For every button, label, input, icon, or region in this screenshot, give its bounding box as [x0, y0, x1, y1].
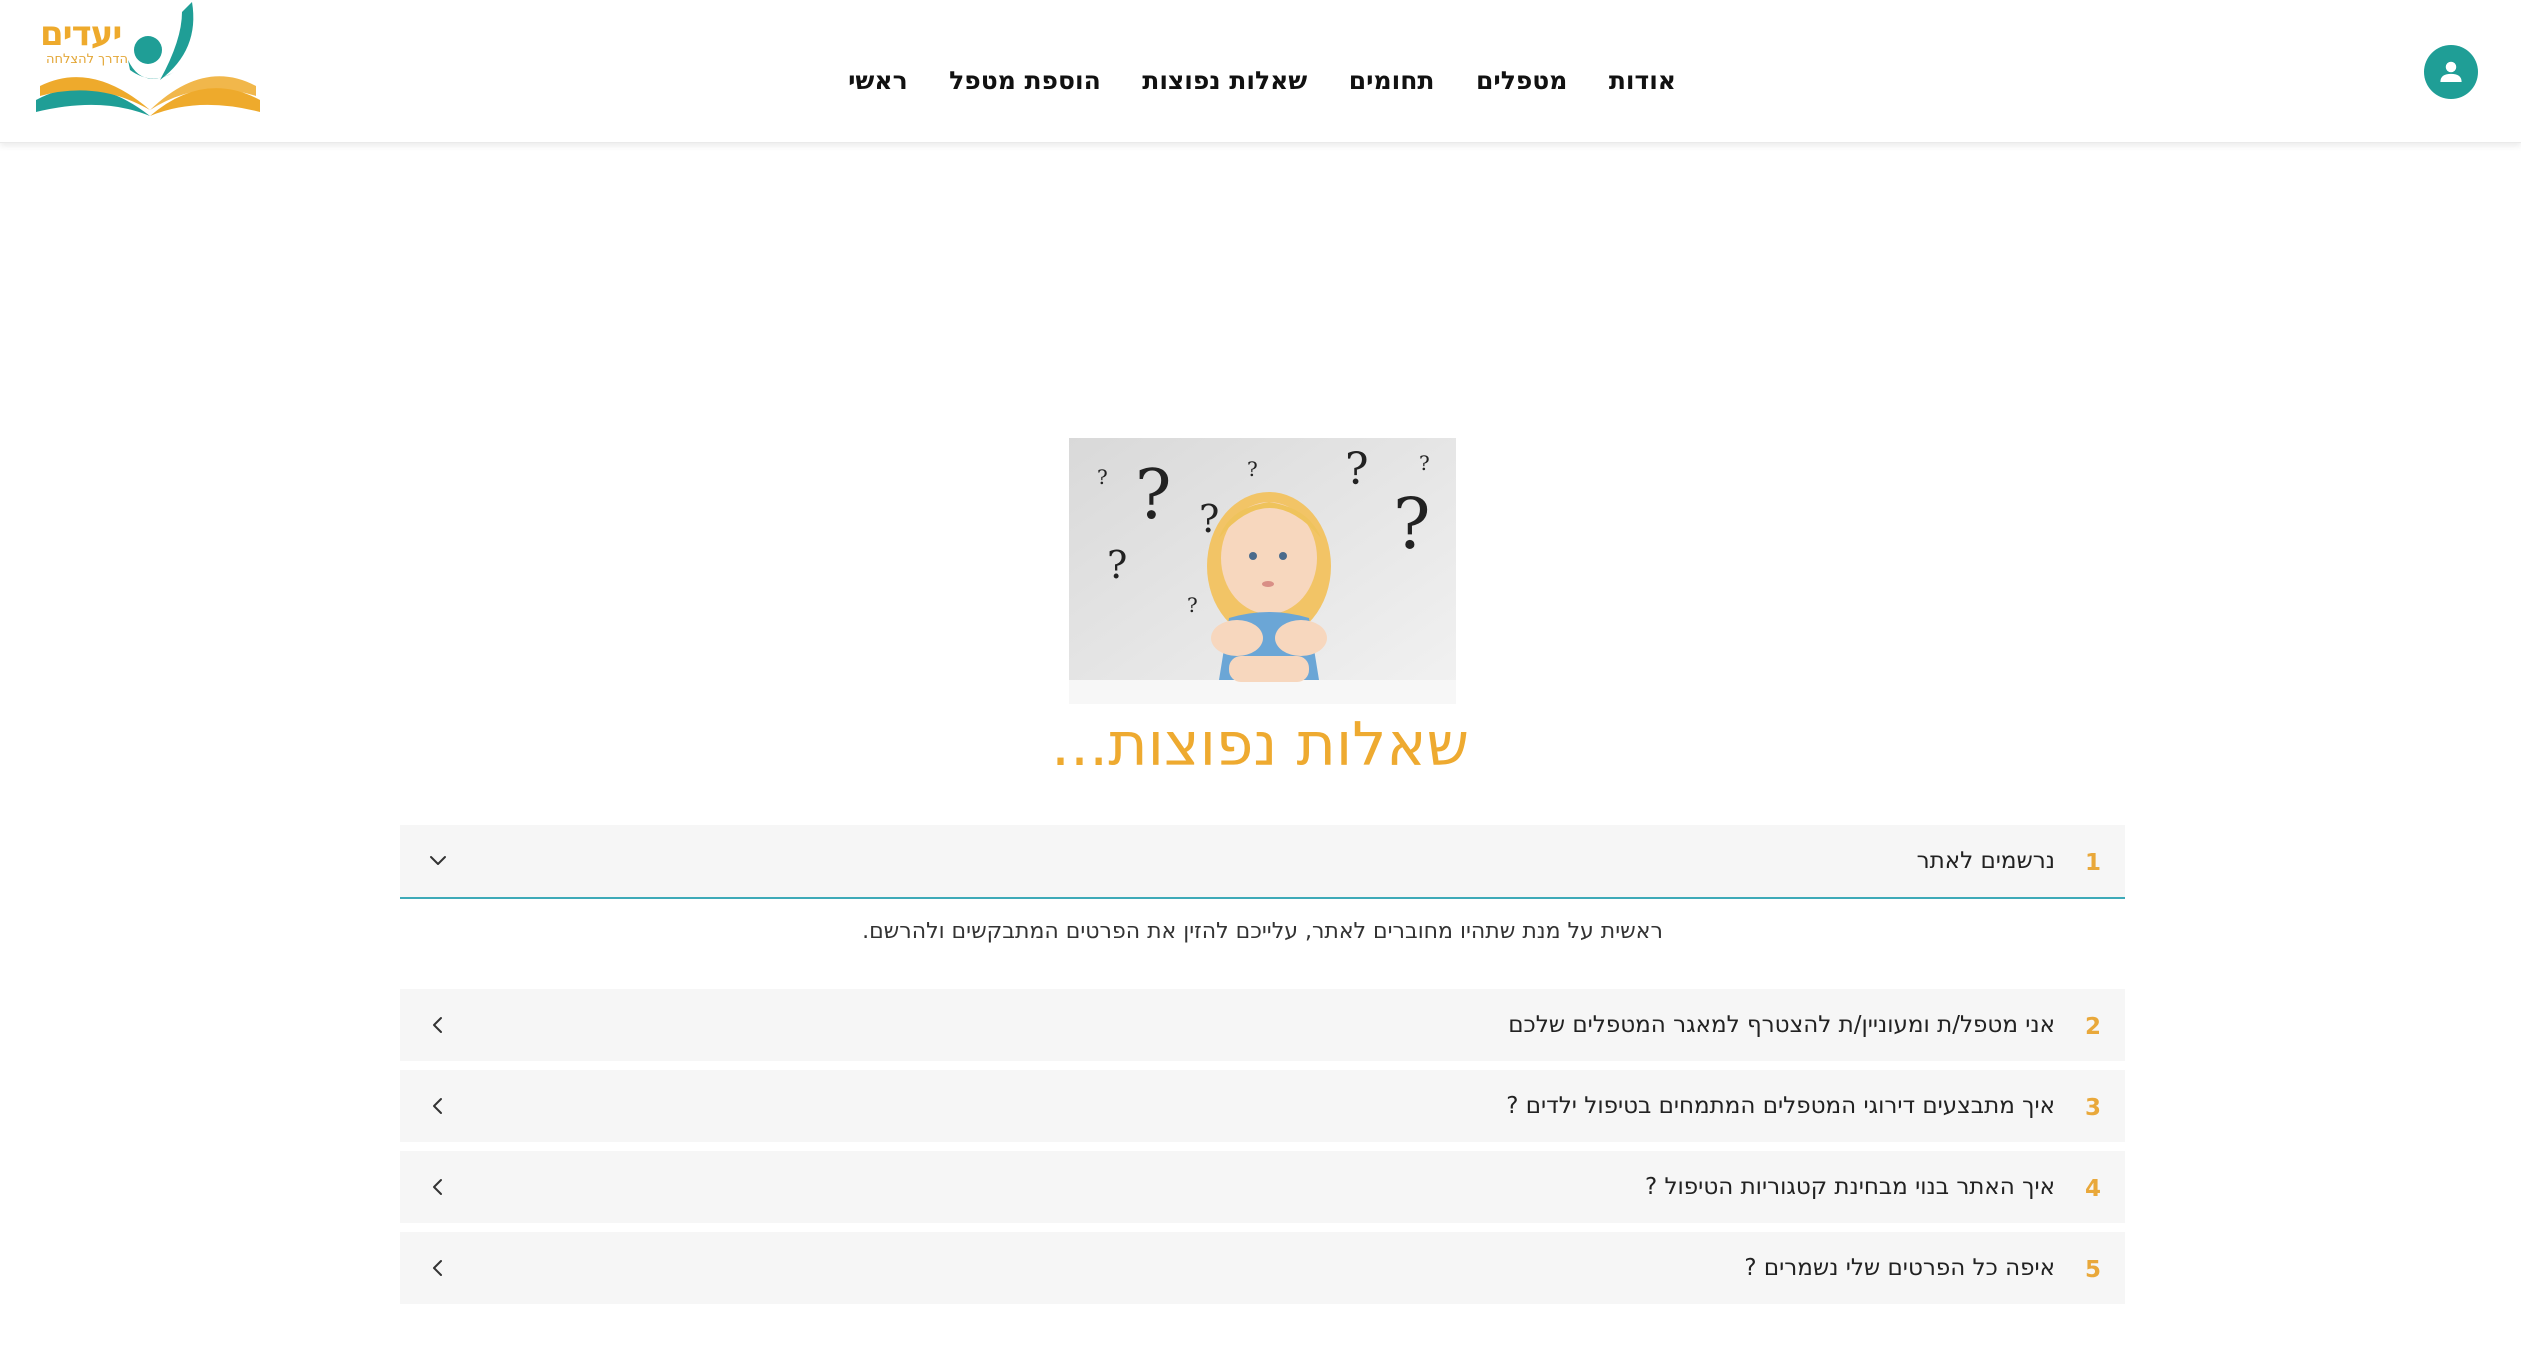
- nav-item-faq[interactable]: שאלות נפוצות: [1142, 66, 1307, 95]
- chevron-left-icon: [433, 1179, 442, 1195]
- chevron-left-icon: [433, 1017, 442, 1033]
- svg-text:?: ?: [1419, 451, 1430, 475]
- nav-item-therapists[interactable]: מטפלים: [1476, 66, 1567, 95]
- faq-number: 5: [2084, 1257, 2101, 1283]
- faq-number: 2: [2084, 1014, 2101, 1040]
- faq-question: אני מטפל/ת ומעוניין/ת להצטרף למאגר המטפל…: [1508, 1012, 2055, 1038]
- site-logo[interactable]: יעדים הדרך להצלחה: [32, 0, 264, 126]
- faq-item-5[interactable]: 5 איפה כל הפרטים שלי נשמרים ?: [400, 1232, 2125, 1304]
- faq-number: 4: [2084, 1176, 2101, 1202]
- svg-text:?: ?: [1135, 456, 1171, 535]
- svg-text:?: ?: [1345, 444, 1369, 495]
- chevron-left-icon: [433, 1260, 442, 1276]
- faq-answer-1: ראשית על מנת שתהיו מחוברים לאתר, עלייכם …: [862, 919, 1663, 944]
- faq-number: 1: [2084, 850, 2101, 876]
- faq-question: נרשמים לאתר: [1916, 848, 2055, 874]
- nav-item-about[interactable]: אודות: [1609, 66, 1676, 95]
- faq-item-1[interactable]: 1 נרשמים לאתר: [400, 825, 2125, 899]
- logo-name: יעדים: [40, 14, 122, 54]
- faq-question: איך מתבצעים דירוגי המטפלים המתמחים בטיפו…: [1506, 1093, 2055, 1119]
- faq-item-4[interactable]: 4 איך האתר בנוי מבחינת קטגוריות הטיפול ?: [400, 1151, 2125, 1223]
- svg-text:?: ?: [1097, 465, 1108, 489]
- chevron-down-icon: [430, 856, 446, 865]
- site-header: יעדים הדרך להצלחה ראשי הוספת מטפל שאלות …: [0, 0, 2521, 143]
- nav-item-add-therapist[interactable]: הוספת מטפל: [949, 66, 1101, 95]
- hero-image: ? ? ? ? ? ? ? ? ?: [1069, 438, 1456, 704]
- chevron-left-icon: [433, 1098, 442, 1114]
- faq-item-3[interactable]: 3 איך מתבצעים דירוגי המטפלים המתמחים בטי…: [400, 1070, 2125, 1142]
- nav-item-home[interactable]: ראשי: [848, 66, 908, 95]
- svg-text:?: ?: [1393, 483, 1431, 565]
- faq-number: 3: [2084, 1095, 2101, 1121]
- logo-tagline: הדרך להצלחה: [46, 52, 129, 67]
- svg-text:?: ?: [1187, 593, 1198, 617]
- page-title: שאלות נפוצות...: [1050, 710, 1469, 780]
- faq-question: איך האתר בנוי מבחינת קטגוריות הטיפול ?: [1644, 1174, 2055, 1200]
- user-account-button[interactable]: [2424, 45, 2478, 99]
- nav-item-fields[interactable]: תחומים: [1349, 66, 1435, 95]
- main-nav: ראשי הוספת מטפל שאלות נפוצות תחומים מטפל…: [848, 58, 1676, 102]
- faq-question: איפה כל הפרטים שלי נשמרים ?: [1744, 1255, 2055, 1281]
- svg-text:?: ?: [1247, 457, 1258, 481]
- user-icon: [2440, 61, 2462, 82]
- faq-item-2[interactable]: 2 אני מטפל/ת ומעוניין/ת להצטרף למאגר המט…: [400, 989, 2125, 1061]
- svg-text:?: ?: [1107, 543, 1127, 587]
- child-thinking-question-marks-image: ? ? ? ? ? ? ? ? ?: [1069, 438, 1456, 704]
